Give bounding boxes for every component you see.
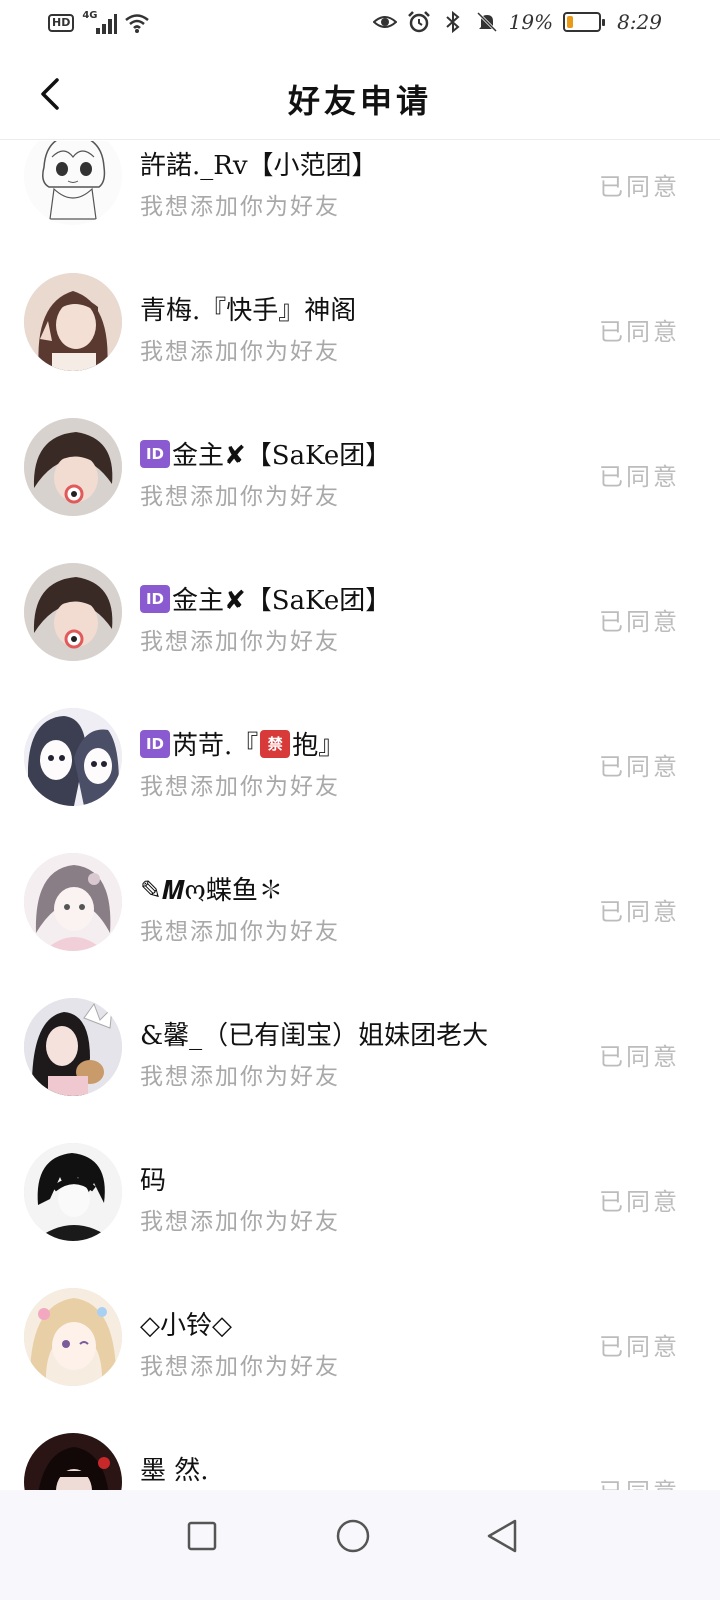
requester-name: ✎𝑴ო蝶鱼✽ bbox=[140, 876, 284, 906]
network-type-label: 4G bbox=[82, 10, 98, 21]
request-status: 已同意 bbox=[599, 173, 680, 201]
request-message: 我想添加你为好友 bbox=[140, 194, 340, 220]
bluetooth-icon bbox=[445, 10, 460, 34]
eye-icon bbox=[372, 16, 397, 28]
id-badge-icon: ID bbox=[140, 729, 170, 758]
battery-percent: 19% bbox=[508, 10, 554, 34]
hd-indicator: HD bbox=[48, 14, 75, 32]
requester-name: ID 金主✘【SaKe团】 bbox=[140, 580, 391, 617]
request-row[interactable]: ✎𝑴ო蝶鱼✽ 我想添加你为好友 已同意 bbox=[0, 853, 720, 1011]
avatar-illustration-image bbox=[24, 1143, 122, 1241]
id-badge-icon: ID bbox=[140, 584, 170, 613]
avatar-sketch-image bbox=[24, 141, 122, 225]
request-message: 我想添加你为好友 bbox=[140, 1209, 340, 1235]
avatar[interactable] bbox=[24, 1143, 122, 1241]
avatar[interactable] bbox=[24, 708, 122, 806]
request-row[interactable]: 码 我想添加你为好友 已同意 bbox=[0, 1143, 720, 1301]
request-status: 已同意 bbox=[599, 753, 680, 781]
request-row[interactable]: ID 金主✘【SaKe团】 我想添加你为好友 已同意 bbox=[0, 563, 720, 721]
request-status: 已同意 bbox=[599, 463, 680, 491]
home-button[interactable] bbox=[329, 1512, 377, 1560]
avatar[interactable] bbox=[24, 1288, 122, 1386]
avatar[interactable] bbox=[24, 418, 122, 516]
status-bar: HD 4G 19% 8:29 bbox=[0, 0, 720, 48]
avatar[interactable] bbox=[24, 998, 122, 1096]
request-status: 已同意 bbox=[599, 1472, 680, 1490]
request-row[interactable]: 許諾._Rv【小范团】 我想添加你为好友 已同意 bbox=[0, 141, 720, 286]
requester-name: ID 金主✘【SaKe团】 bbox=[140, 435, 391, 472]
request-status: 已同意 bbox=[599, 1333, 680, 1361]
recent-apps-button[interactable] bbox=[178, 1512, 226, 1560]
request-row[interactable]: ID 金主✘【SaKe团】 我想添加你为好友 已同意 bbox=[0, 418, 720, 576]
request-row[interactable]: ID 芮苛.『 禁 抱』 我想添加你为好友 已同意 bbox=[0, 708, 720, 866]
id-badge-icon: ID bbox=[140, 439, 170, 468]
request-status: 已同意 bbox=[599, 608, 680, 636]
alarm-icon bbox=[407, 11, 430, 33]
cell-signal-icon: 4G bbox=[82, 10, 118, 34]
avatar[interactable] bbox=[24, 853, 122, 951]
avatar-photo-image bbox=[24, 563, 122, 661]
system-navigation-bar bbox=[0, 1490, 720, 1600]
request-row[interactable]: 墨 然. 已同意 bbox=[0, 1433, 720, 1490]
avatar-photo-image bbox=[24, 998, 122, 1096]
clock-time: 8:29 bbox=[617, 10, 662, 34]
avatar-illustration-image bbox=[24, 853, 122, 951]
request-status: 已同意 bbox=[599, 1043, 680, 1071]
home-icon bbox=[336, 1519, 370, 1553]
battery-icon bbox=[563, 12, 606, 32]
request-message: 我想添加你为好友 bbox=[140, 774, 340, 800]
status-bar-left: HD 4G bbox=[48, 10, 150, 34]
recent-apps-icon bbox=[187, 1521, 217, 1551]
wifi-icon bbox=[125, 14, 150, 33]
requester-name: 码 bbox=[140, 1166, 167, 1196]
avatar-photo-image bbox=[24, 418, 122, 516]
requester-name: ID 芮苛.『 禁 抱』 bbox=[140, 725, 344, 762]
request-message: 我想添加你为好友 bbox=[140, 339, 340, 365]
avatar[interactable] bbox=[24, 563, 122, 661]
avatar[interactable] bbox=[24, 141, 122, 225]
request-message: 我想添加你为好友 bbox=[140, 629, 340, 655]
avatar-photo-image bbox=[24, 273, 122, 371]
requester-name: &馨_（已有闺宝）姐妹团老大 bbox=[140, 1021, 489, 1051]
back-triangle-icon bbox=[487, 1519, 517, 1553]
request-message: 我想添加你为好友 bbox=[140, 1354, 340, 1380]
forbidden-badge-icon: 禁 bbox=[260, 729, 291, 758]
request-status: 已同意 bbox=[599, 898, 680, 926]
request-status: 已同意 bbox=[599, 1188, 680, 1216]
friend-request-list[interactable]: 許諾._Rv【小范团】 我想添加你为好友 已同意 青梅.『快手』神阁 我想添加你… bbox=[0, 141, 720, 1490]
battery-fill bbox=[567, 16, 574, 28]
requester-name: 墨 然. bbox=[140, 1456, 209, 1486]
avatar[interactable] bbox=[24, 273, 122, 371]
requester-name: 青梅.『快手』神阁 bbox=[140, 296, 357, 326]
avatar-illustration-image bbox=[24, 1288, 122, 1386]
page-title: 好友申请 bbox=[287, 82, 432, 120]
request-message: 我想添加你为好友 bbox=[140, 919, 340, 945]
request-status: 已同意 bbox=[599, 318, 680, 346]
requester-name: ◇小铃◇ bbox=[140, 1311, 232, 1341]
status-bar-right: 19% 8:29 bbox=[372, 10, 662, 34]
system-back-button[interactable] bbox=[478, 1512, 526, 1560]
request-row[interactable]: &馨_（已有闺宝）姐妹团老大 我想添加你为好友 已同意 bbox=[0, 998, 720, 1156]
requester-name: 許諾._Rv【小范团】 bbox=[140, 151, 378, 181]
request-message: 我想添加你为好友 bbox=[140, 484, 340, 510]
request-row[interactable]: ◇小铃◇ 我想添加你为好友 已同意 bbox=[0, 1288, 720, 1446]
request-message: 我想添加你为好友 bbox=[140, 1064, 340, 1090]
avatar-illustration-image bbox=[24, 708, 122, 806]
header-bar: 好友申请 bbox=[0, 48, 720, 140]
request-row[interactable]: 青梅.『快手』神阁 我想添加你为好友 已同意 bbox=[0, 273, 720, 431]
mute-bell-icon bbox=[476, 11, 497, 33]
